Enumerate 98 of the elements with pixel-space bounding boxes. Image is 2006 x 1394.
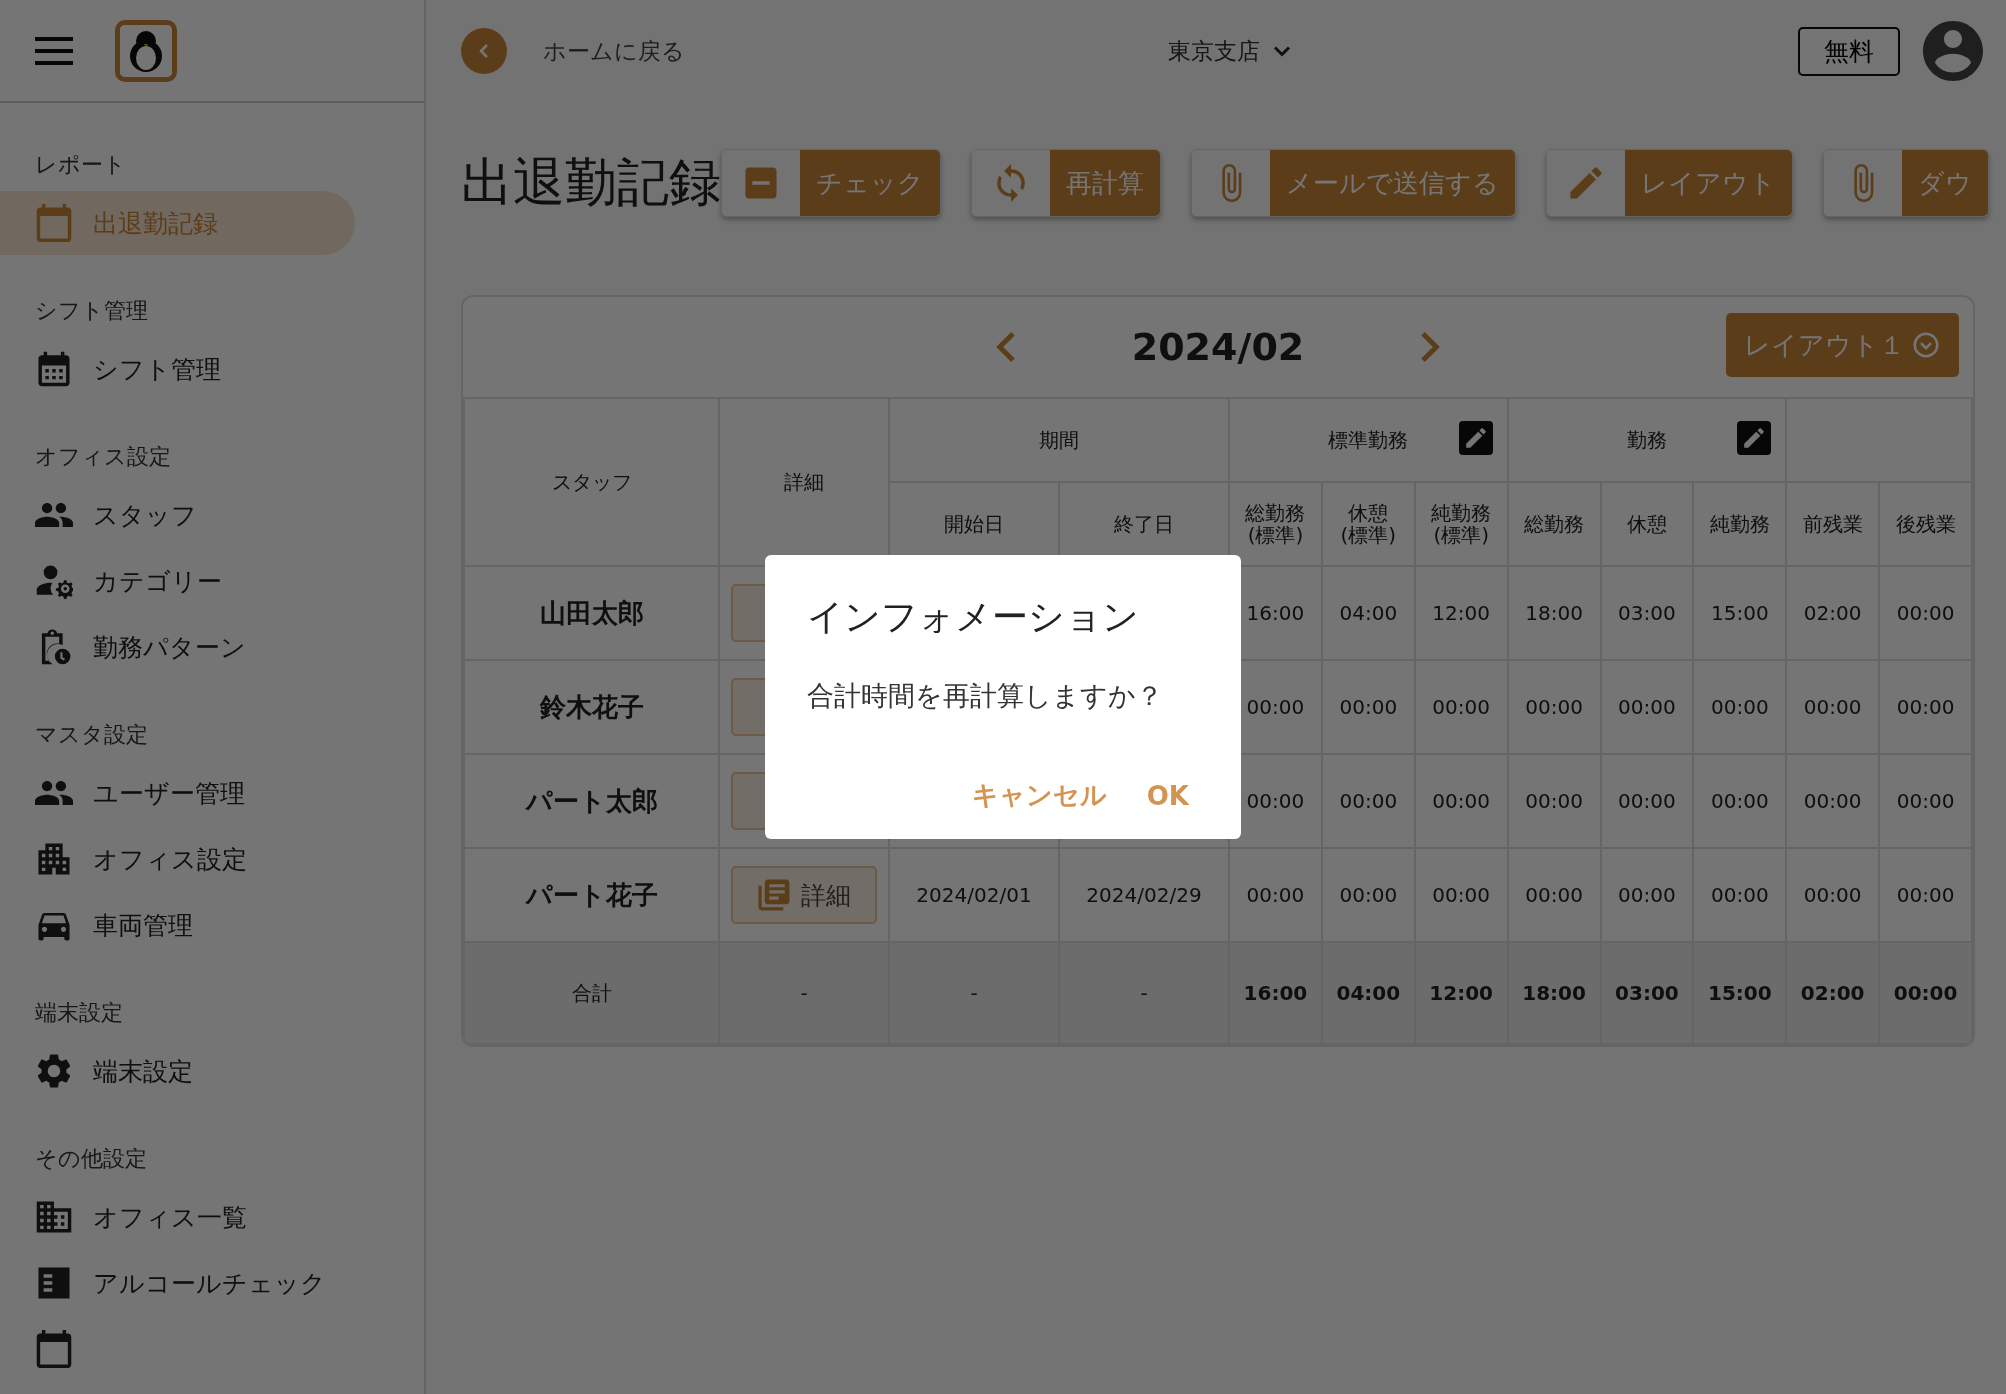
total-cell: 04:00 (1321, 942, 1415, 1044)
toolbar-button[interactable]: チェック (721, 149, 941, 217)
table-cell: 00:00 (1879, 566, 1972, 660)
column-header: 前残業 (1786, 482, 1880, 566)
sidebar-item[interactable]: 勤務パターン (0, 615, 355, 679)
table-cell: 00:00 (1321, 660, 1415, 754)
toolbar-button[interactable]: レイアウト (1546, 149, 1793, 217)
table-cell: 15:00 (1693, 566, 1787, 660)
table-cell: - (889, 942, 1059, 1044)
menu-icon[interactable] (35, 36, 73, 65)
calendar-icon (35, 1330, 73, 1368)
table-cell: - (1059, 942, 1229, 1044)
sidebar-item[interactable]: オフィス一覧 (0, 1185, 355, 1249)
table-cell: 12:00 (1414, 566, 1508, 660)
table-cell: 00:00 (1693, 660, 1787, 754)
office-dropdown[interactable]: 東京支店 (1161, 34, 1302, 68)
toolbar-button[interactable]: メールで送信する (1191, 149, 1516, 217)
staff-name: 鈴木花子 (464, 660, 719, 754)
column-header: 休憩 (1600, 482, 1694, 566)
table-cell: 02:00 (1786, 566, 1880, 660)
sidebar-item[interactable]: 端末設定 (0, 1039, 355, 1103)
total-cell: 12:00 (1414, 942, 1508, 1044)
sidebar-item[interactable]: アルコールチェック (0, 1251, 355, 1315)
column-header: 後残業 (1879, 482, 1972, 566)
total-cell: 15:00 (1693, 942, 1787, 1044)
avatar-icon (1920, 18, 1986, 84)
section-heading: シフト管理 (34, 297, 149, 325)
edit-button[interactable] (1458, 421, 1493, 455)
table-cell: 00:00 (1414, 754, 1508, 848)
sidebar-item[interactable]: カテゴリー (0, 549, 355, 613)
month-label: 2024/02 (1130, 325, 1306, 369)
table-cell: 00:00 (1786, 754, 1880, 848)
table-cell: 00:00 (1507, 660, 1601, 754)
section-heading: 端末設定 (34, 999, 124, 1027)
total-cell: 16:00 (1229, 942, 1322, 1044)
dialog-message: 合計時間を再計算しますか？ (807, 679, 1164, 713)
table-cell: 00:00 (1879, 754, 1972, 848)
table-cell: 00:00 (1600, 754, 1694, 848)
dialog-title: インフォメーション (807, 595, 1140, 639)
column-header: 純勤務 (1693, 482, 1787, 566)
column-group-header: 期間 (889, 398, 1229, 482)
total-label: 合計 (464, 942, 719, 1044)
checklist-icon (35, 1264, 73, 1302)
total-cell: 02:00 (1786, 942, 1880, 1044)
table-cell: - (719, 942, 889, 1044)
total-cell: 18:00 (1507, 942, 1601, 1044)
section-heading: マスタ設定 (34, 721, 149, 749)
table-cell: 00:00 (1786, 660, 1880, 754)
sidebar-item[interactable]: スタッフ (0, 483, 355, 547)
staff-name: 山田太郎 (464, 566, 719, 660)
back-link[interactable]: ホームに戻る (543, 35, 685, 67)
document-stack-icon (757, 878, 791, 912)
sidebar-item[interactable]: ユーザー管理 (0, 761, 355, 825)
staff-name: パート太郎 (464, 754, 719, 848)
column-header: 総勤務 (1507, 482, 1601, 566)
table-cell: 04:00 (1321, 566, 1415, 660)
penguin-logo[interactable] (115, 19, 177, 82)
column-header: 純勤務(標準) (1414, 482, 1508, 566)
table-cell: 00:00 (1321, 754, 1415, 848)
table-cell: 00:00 (1507, 754, 1601, 848)
table-cell: 00:00 (1600, 660, 1694, 754)
table-cell: 18:00 (1507, 566, 1601, 660)
sidebar-item[interactable]: 車両管理 (0, 893, 355, 957)
table-cell: 03:00 (1600, 566, 1694, 660)
pencil-icon (1463, 426, 1488, 450)
settings-icon (35, 1052, 73, 1090)
section-heading: レポート (34, 151, 127, 179)
minus-box-icon (742, 164, 780, 202)
calendar-icon (35, 204, 73, 242)
building-icon (35, 840, 73, 878)
column-group-header: 勤務 (1507, 398, 1787, 482)
toolbar-button[interactable]: 再計算 (971, 149, 1161, 217)
sidebar-item[interactable]: シフト管理 (0, 337, 355, 401)
modal-backdrop[interactable] (0, 0, 2006, 1394)
plan-button[interactable]: 無料 (1798, 26, 1900, 76)
dialog-button[interactable]: キャンセル (961, 772, 1117, 819)
sidebar-item[interactable]: オフィス設定 (0, 827, 355, 891)
total-cell: 00:00 (1879, 942, 1972, 1044)
pencil-icon (1742, 426, 1767, 450)
section-heading: オフィス設定 (34, 443, 172, 471)
column-header: 休憩(標準) (1321, 482, 1415, 566)
layout-dropdown[interactable]: レイアウト１ (1726, 313, 1959, 377)
person-gear-icon (35, 562, 73, 600)
total-cell: 03:00 (1600, 942, 1694, 1044)
dialog-button[interactable]: OK (1136, 772, 1199, 819)
page-title: 出退勤記録 (461, 151, 721, 214)
column-group-header: 標準勤務 (1229, 398, 1508, 482)
detail-button[interactable]: 詳細 (731, 866, 877, 924)
calendar-icon (35, 350, 73, 388)
section-heading: その他設定 (34, 1145, 148, 1173)
table-cell: 00:00 (1414, 660, 1508, 754)
dropdown-circle-icon (1911, 330, 1941, 360)
office-building-icon (35, 1198, 73, 1236)
table-cell: 00:00 (1879, 660, 1972, 754)
column-header: スタッフ (464, 398, 719, 566)
table-cell: 00:00 (1693, 754, 1787, 848)
edit-button[interactable] (1737, 421, 1772, 455)
toolbar-button[interactable]: ダウ (1823, 149, 1989, 217)
